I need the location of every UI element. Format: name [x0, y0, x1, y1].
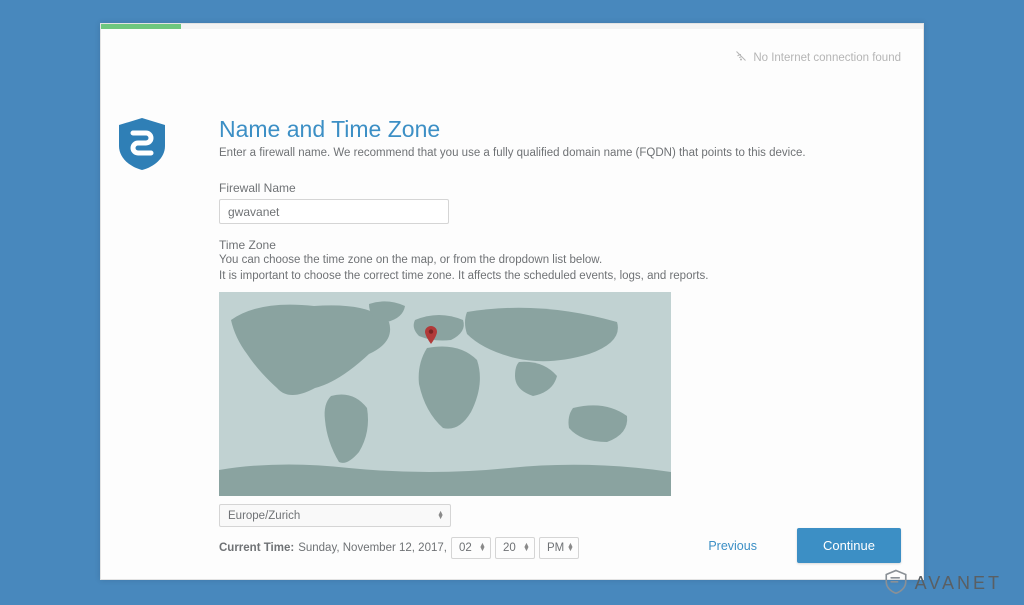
content-area: Name and Time Zone Enter a firewall name…	[219, 116, 893, 529]
current-date: Sunday, November 12, 2017,	[298, 542, 447, 554]
firewall-name-field: Firewall Name	[219, 181, 893, 224]
map-pin-icon	[425, 326, 437, 344]
progress-fill	[101, 24, 181, 29]
firewall-name-label: Firewall Name	[219, 181, 893, 195]
stepper-icon: ▲▼	[523, 544, 530, 552]
select-stepper-icon: ▲▼	[437, 512, 444, 520]
connection-status: No Internet connection found	[735, 50, 901, 65]
timezone-selected: Europe/Zurich	[228, 510, 300, 522]
hour-stepper[interactable]: 02 ▲▼	[451, 537, 491, 559]
no-internet-icon	[735, 50, 747, 65]
ampm-stepper[interactable]: PM ▲▼	[539, 537, 579, 559]
current-time-label: Current Time:	[219, 542, 294, 554]
progress-bar	[101, 24, 923, 29]
page-title: Name and Time Zone	[219, 116, 893, 143]
brand-name: AVANET	[915, 573, 1002, 594]
watermark-brand: AVANET	[883, 568, 1002, 599]
page-subtitle: Enter a firewall name. We recommend that…	[219, 147, 893, 159]
brand-shield-icon	[119, 118, 165, 170]
stepper-icon: ▲▼	[479, 544, 486, 552]
brand-logo-icon	[883, 568, 909, 599]
continue-button[interactable]: Continue	[797, 528, 901, 563]
timezone-map[interactable]	[219, 292, 671, 496]
timezone-label: Time Zone	[219, 238, 893, 252]
wizard-panel: No Internet connection found Name and Ti…	[100, 23, 924, 580]
timezone-desc-2: It is important to choose the correct ti…	[219, 268, 893, 284]
connection-status-text: No Internet connection found	[753, 52, 901, 64]
firewall-name-input[interactable]	[219, 199, 449, 224]
wizard-footer: Previous Continue	[708, 528, 901, 563]
timezone-desc-1: You can choose the time zone on the map,…	[219, 252, 893, 268]
timezone-section: Time Zone You can choose the time zone o…	[219, 238, 893, 559]
timezone-select[interactable]: Europe/Zurich ▲▼	[219, 504, 451, 527]
minute-stepper[interactable]: 20 ▲▼	[495, 537, 535, 559]
previous-button[interactable]: Previous	[708, 539, 757, 553]
stepper-icon: ▲▼	[567, 544, 574, 552]
